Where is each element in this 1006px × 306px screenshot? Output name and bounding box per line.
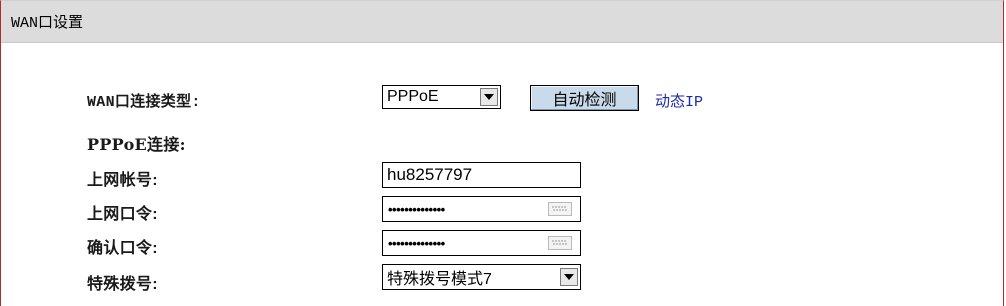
panel-title: WAN口设置 [11, 15, 84, 32]
account-label: 上网帐号: [87, 172, 158, 189]
panel-header: WAN口设置 [1, 1, 1003, 43]
auto-detect-button[interactable]: 自动检测 [530, 85, 639, 111]
password-masked-value: •••••••••••••• [388, 201, 445, 217]
wan-settings-panel: WAN口设置 WAN口连接类型: PPPoE 自动检测 动态IP PPPoE连接… [0, 0, 1004, 306]
account-input[interactable]: hu8257797 [382, 162, 581, 188]
chevron-down-icon[interactable] [480, 88, 498, 106]
password-input[interactable]: •••••••••••••• [382, 196, 581, 222]
special-dial-select[interactable]: 特殊拨号模式7 [382, 264, 581, 290]
connection-type-value: PPPoE [387, 88, 439, 105]
confirm-password-label: 确认口令: [87, 240, 158, 257]
connection-type-select[interactable]: PPPoE [382, 85, 501, 109]
detect-status-text: 动态IP [655, 94, 704, 111]
special-dial-label: 特殊拨号: [87, 276, 158, 293]
password-label: 上网口令: [87, 206, 158, 223]
keyboard-icon [548, 202, 572, 216]
confirm-password-input[interactable]: •••••••••••••• [382, 230, 581, 256]
special-dial-value: 特殊拨号模式7 [387, 271, 492, 288]
confirm-password-masked-value: •••••••••••••• [388, 235, 445, 251]
account-value: hu8257797 [387, 165, 473, 184]
keyboard-icon [548, 236, 572, 250]
chevron-down-icon[interactable] [560, 268, 578, 286]
connection-type-label: WAN口连接类型: [87, 94, 201, 111]
pppoe-section-label: PPPoE连接: [87, 135, 186, 154]
